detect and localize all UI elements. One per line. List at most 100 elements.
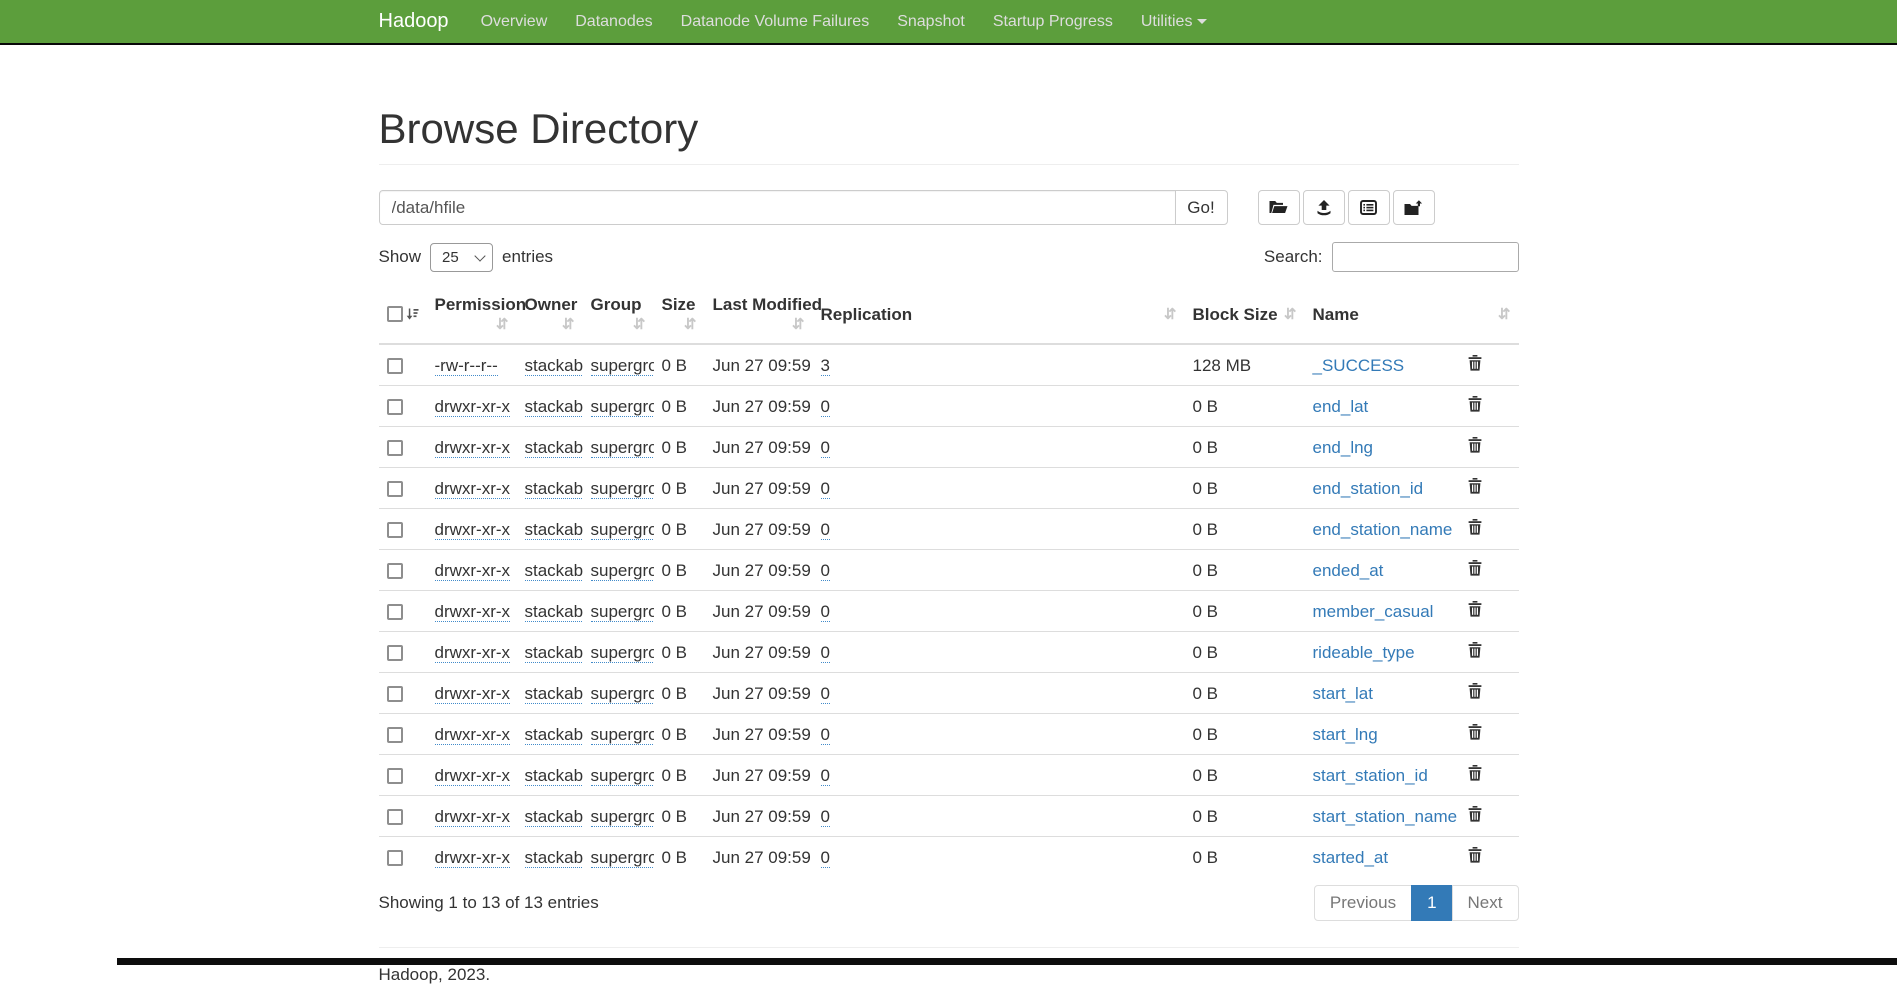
row-checkbox[interactable]	[387, 481, 403, 497]
replication-value[interactable]: 0	[821, 643, 830, 663]
owner-value[interactable]: stackable	[525, 479, 583, 499]
group-value[interactable]: supergroup	[591, 561, 654, 581]
owner-value[interactable]: stackable	[525, 643, 583, 663]
nav-overview[interactable]: Overview	[467, 13, 562, 31]
file-link[interactable]: member_casual	[1313, 602, 1434, 621]
file-link[interactable]: end_station_name	[1313, 520, 1453, 539]
sort-icon[interactable]: ⇵	[684, 315, 697, 334]
delete-button[interactable]	[1468, 478, 1482, 494]
group-value[interactable]: supergroup	[591, 684, 654, 704]
file-link[interactable]: started_at	[1313, 848, 1389, 867]
nav-datanodes[interactable]: Datanodes	[561, 13, 666, 31]
row-checkbox[interactable]	[387, 399, 403, 415]
delete-button[interactable]	[1468, 560, 1482, 576]
group-value[interactable]: supergroup	[591, 397, 654, 417]
sort-icon[interactable]: ⇵	[562, 315, 575, 334]
replication-value[interactable]: 0	[821, 561, 830, 581]
nav-startup-progress[interactable]: Startup Progress	[979, 13, 1127, 31]
pagination-next[interactable]: Next	[1452, 885, 1519, 921]
replication-value[interactable]: 0	[821, 848, 830, 868]
owner-value[interactable]: stackable	[525, 356, 583, 376]
col-owner[interactable]: Owner	[525, 295, 578, 314]
file-link[interactable]: _SUCCESS	[1313, 356, 1405, 375]
permission-value[interactable]: drwxr-xr-x	[435, 438, 511, 458]
group-value[interactable]: supergroup	[591, 766, 654, 786]
file-link[interactable]: end_lat	[1313, 397, 1369, 416]
group-value[interactable]: supergroup	[591, 807, 654, 827]
sort-icon[interactable]: ⇵	[1284, 305, 1297, 324]
sort-icon[interactable]: ⇵	[1498, 305, 1511, 324]
brand-hadoop[interactable]: Hadoop	[379, 10, 449, 33]
replication-value[interactable]: 0	[821, 479, 830, 499]
owner-value[interactable]: stackable	[525, 520, 583, 540]
upload-file-button[interactable]	[1303, 190, 1345, 225]
owner-value[interactable]: stackable	[525, 807, 583, 827]
file-link[interactable]: end_station_id	[1313, 479, 1424, 498]
row-checkbox[interactable]	[387, 727, 403, 743]
row-checkbox[interactable]	[387, 522, 403, 538]
search-input[interactable]	[1332, 242, 1519, 272]
permission-value[interactable]: drwxr-xr-x	[435, 684, 511, 704]
page-size-select[interactable]: 25	[430, 243, 493, 272]
col-permission[interactable]: Permission	[435, 295, 527, 314]
file-link[interactable]: start_station_name	[1313, 807, 1458, 826]
permission-value[interactable]: drwxr-xr-x	[435, 602, 511, 622]
delete-button[interactable]	[1468, 806, 1482, 822]
open-folder-button[interactable]	[1258, 190, 1300, 225]
delete-button[interactable]	[1468, 642, 1482, 658]
group-value[interactable]: supergroup	[591, 725, 654, 745]
group-value[interactable]: supergroup	[591, 479, 654, 499]
row-checkbox[interactable]	[387, 645, 403, 661]
replication-value[interactable]: 0	[821, 520, 830, 540]
delete-button[interactable]	[1468, 437, 1482, 453]
directory-path-input[interactable]	[379, 190, 1176, 225]
owner-value[interactable]: stackable	[525, 766, 583, 786]
replication-value[interactable]: 0	[821, 725, 830, 745]
delete-button[interactable]	[1468, 765, 1482, 781]
permission-value[interactable]: drwxr-xr-x	[435, 807, 511, 827]
replication-value[interactable]: 0	[821, 766, 830, 786]
col-size[interactable]: Size	[662, 295, 696, 314]
permission-value[interactable]: -rw-r--r--	[435, 356, 498, 376]
permission-value[interactable]: drwxr-xr-x	[435, 725, 511, 745]
select-all-checkbox[interactable]	[387, 306, 403, 322]
delete-button[interactable]	[1468, 683, 1482, 699]
delete-button[interactable]	[1468, 355, 1482, 371]
file-link[interactable]: ended_at	[1313, 561, 1384, 580]
row-checkbox[interactable]	[387, 604, 403, 620]
pagination-page-1[interactable]: 1	[1411, 885, 1452, 921]
permission-value[interactable]: drwxr-xr-x	[435, 848, 511, 868]
col-name[interactable]: Name	[1313, 305, 1359, 324]
permission-value[interactable]: drwxr-xr-x	[435, 561, 511, 581]
file-link[interactable]: start_lng	[1313, 725, 1378, 744]
replication-value[interactable]: 0	[821, 602, 830, 622]
nav-datanode-volume-failures[interactable]: Datanode Volume Failures	[667, 13, 884, 31]
file-link[interactable]: start_lat	[1313, 684, 1373, 703]
permission-value[interactable]: drwxr-xr-x	[435, 643, 511, 663]
delete-button[interactable]	[1468, 847, 1482, 863]
list-view-button[interactable]	[1348, 190, 1390, 225]
group-value[interactable]: supergroup	[591, 438, 654, 458]
replication-value[interactable]: 0	[821, 438, 830, 458]
owner-value[interactable]: stackable	[525, 848, 583, 868]
sort-active-icon[interactable]	[406, 306, 419, 326]
nav-utilities-dropdown[interactable]: Utilities	[1127, 13, 1222, 31]
delete-button[interactable]	[1468, 396, 1482, 412]
row-checkbox[interactable]	[387, 563, 403, 579]
nav-snapshot[interactable]: Snapshot	[883, 13, 979, 31]
group-value[interactable]: supergroup	[591, 643, 654, 663]
delete-button[interactable]	[1468, 519, 1482, 535]
file-link[interactable]: end_lng	[1313, 438, 1374, 457]
row-checkbox[interactable]	[387, 850, 403, 866]
delete-button[interactable]	[1468, 601, 1482, 617]
permission-value[interactable]: drwxr-xr-x	[435, 766, 511, 786]
row-checkbox[interactable]	[387, 686, 403, 702]
permission-value[interactable]: drwxr-xr-x	[435, 479, 511, 499]
col-last-modified[interactable]: Last Modified	[713, 295, 823, 314]
file-link[interactable]: rideable_type	[1313, 643, 1415, 662]
row-checkbox[interactable]	[387, 809, 403, 825]
group-value[interactable]: supergroup	[591, 602, 654, 622]
replication-value[interactable]: 3	[821, 356, 830, 376]
pagination-previous[interactable]: Previous	[1314, 885, 1412, 921]
col-block-size[interactable]: Block Size	[1193, 305, 1278, 324]
